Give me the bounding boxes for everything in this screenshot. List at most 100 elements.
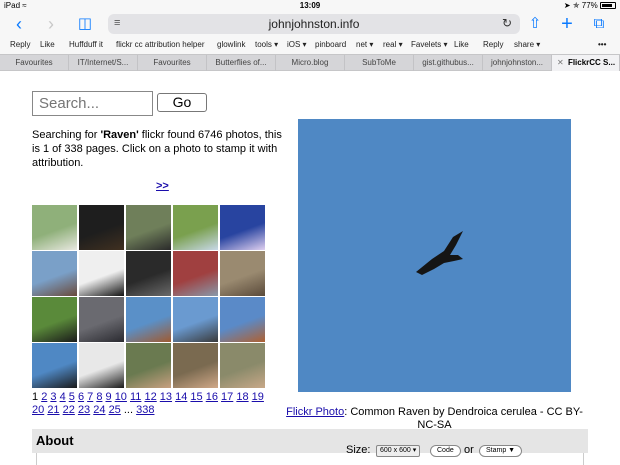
thumbnail-flying-bird-2[interactable]: [173, 297, 218, 342]
thumbnail-bird-in-hand-1[interactable]: [126, 343, 171, 388]
page-link[interactable]: 10: [115, 391, 127, 403]
thumbnail-black-cat[interactable]: [79, 205, 124, 250]
page-link-last[interactable]: 338: [136, 404, 154, 416]
page-link[interactable]: 2: [41, 391, 47, 403]
bookmark-item[interactable]: real ▾: [383, 40, 403, 49]
page-link[interactable]: 18: [236, 391, 248, 403]
page-link[interactable]: 9: [106, 391, 112, 403]
thumbnail-bird-on-post[interactable]: [32, 251, 77, 296]
go-button[interactable]: Go: [157, 93, 207, 112]
bookmark-item[interactable]: Like: [40, 40, 55, 49]
tab-it-internet[interactable]: IT/Internet/S...: [69, 55, 138, 71]
tab-flickrcc-active[interactable]: ✕ FlickrCC S...: [552, 55, 620, 71]
page-link[interactable]: 23: [78, 404, 90, 416]
thumbnail-bird-in-hand-3[interactable]: [220, 343, 265, 388]
tab-strip: Favourites IT/Internet/S... Favourites B…: [0, 54, 620, 71]
page-link[interactable]: 11: [130, 391, 141, 403]
page-link[interactable]: 7: [87, 391, 93, 403]
thumbnail-carved-wood[interactable]: [220, 251, 265, 296]
thumbnail-raven-silhouette[interactable]: [79, 251, 124, 296]
bookmark-item[interactable]: net ▾: [356, 40, 373, 49]
thumbnail-flying-bird-3[interactable]: [220, 297, 265, 342]
bookmark-item[interactable]: Favelets ▾: [411, 40, 447, 49]
search-query: 'Raven': [100, 129, 139, 141]
forward-icon[interactable]: ›: [40, 14, 62, 34]
page-link[interactable]: 21: [47, 404, 59, 416]
battery-icon: [600, 2, 616, 9]
new-tab-icon[interactable]: +: [556, 14, 578, 34]
page-link[interactable]: 19: [252, 391, 264, 403]
thumbnail-flying-bird-1[interactable]: [126, 297, 171, 342]
page-link[interactable]: 12: [144, 391, 156, 403]
page-link[interactable]: 8: [96, 391, 102, 403]
search-input[interactable]: [32, 91, 153, 116]
next-page-link[interactable]: >>: [156, 180, 169, 192]
size-label: Size:: [346, 444, 371, 456]
more-icon[interactable]: •••: [598, 40, 606, 49]
page-link[interactable]: 25: [109, 404, 121, 416]
page-link[interactable]: 14: [175, 391, 187, 403]
page-link[interactable]: 24: [93, 404, 105, 416]
code-button[interactable]: Code: [430, 445, 461, 457]
tab-label: FlickrCC S...: [567, 58, 616, 67]
bookmark-item[interactable]: Reply: [10, 40, 30, 49]
tab-johnjohnston[interactable]: johnjohnston...: [483, 55, 552, 71]
thumbnail-raven-sky[interactable]: [32, 343, 77, 388]
thumbnail-dark-figure[interactable]: [79, 343, 124, 388]
page-link[interactable]: 15: [190, 391, 202, 403]
about-title: About: [36, 433, 74, 448]
page-link[interactable]: 4: [60, 391, 66, 403]
page-ellipsis: ...: [123, 404, 134, 416]
page-link[interactable]: 22: [63, 404, 75, 416]
thumbnail-raven-costume[interactable]: [220, 205, 265, 250]
bookmark-item[interactable]: share ▾: [514, 40, 540, 49]
photo-preview[interactable]: [298, 119, 571, 392]
raven-in-flight-icon: [416, 231, 463, 275]
bookmark-item[interactable]: Like: [454, 40, 469, 49]
page-link[interactable]: 17: [221, 391, 233, 403]
tab-favourites-2[interactable]: Favourites: [138, 55, 207, 71]
thumbnail-raven-dark[interactable]: [126, 251, 171, 296]
tab-gist[interactable]: gist.githubus...: [414, 55, 483, 71]
thumbnail-street-shop[interactable]: [173, 251, 218, 296]
status-bar: iPad ≈ 13:09 ➤ ✯ 77%: [0, 0, 620, 12]
back-icon[interactable]: ‹: [8, 14, 30, 34]
thumbnail-raven-figure[interactable]: [79, 297, 124, 342]
status-right: ➤ ✯ 77%: [564, 1, 616, 10]
reload-icon[interactable]: ↻: [502, 16, 512, 30]
bookmark-item[interactable]: flickr cc attribution helper: [116, 40, 204, 49]
bookmark-item[interactable]: glowlink: [217, 40, 245, 49]
tab-favourites[interactable]: Favourites: [0, 55, 69, 71]
browser-toolbar: ‹ › ◫ ≡ johnjohnston.info ↻ ⇧ + ⧉: [0, 12, 620, 36]
page-link[interactable]: 20: [32, 404, 44, 416]
tab-subtome[interactable]: SubToMe: [345, 55, 414, 71]
page-link[interactable]: 5: [69, 391, 75, 403]
address-bar[interactable]: ≡ johnjohnston.info ↻: [108, 14, 520, 34]
bookmark-item[interactable]: Huffduff it: [69, 40, 103, 49]
tabs-overview-icon[interactable]: ⧉: [588, 14, 610, 34]
thumbnail-raven-grass[interactable]: [32, 297, 77, 342]
bookmark-item[interactable]: tools ▾: [255, 40, 278, 49]
stamp-button[interactable]: Stamp ▼: [479, 445, 523, 457]
close-tab-icon[interactable]: ✕: [557, 55, 564, 71]
page-link[interactable]: 6: [78, 391, 84, 403]
thumbnail-pine-forest[interactable]: [173, 205, 218, 250]
bookmark-item[interactable]: iOS ▾: [287, 40, 307, 49]
url-text: johnjohnston.info: [268, 17, 360, 31]
flickr-photo-link[interactable]: Flickr Photo: [286, 406, 344, 418]
page-link[interactable]: 13: [160, 391, 172, 403]
bookmark-item[interactable]: pinboard: [315, 40, 346, 49]
bookmark-item[interactable]: Reply: [483, 40, 503, 49]
size-select[interactable]: 600 x 600 ▾: [376, 445, 421, 457]
page-link[interactable]: 3: [50, 391, 56, 403]
bookmarks-book-icon[interactable]: ◫: [74, 14, 96, 34]
share-icon[interactable]: ⇧: [524, 14, 546, 34]
thumbnail-raven-on-rock[interactable]: [126, 205, 171, 250]
pagination: 1 2 3 4 5 6 7 8 9 10 11 12 13 14 15 16 1…: [32, 391, 272, 417]
tab-butterflies[interactable]: Butterflies of...: [207, 55, 276, 71]
thumbnail-birch-trees[interactable]: [32, 205, 77, 250]
thumbnail-bird-in-hand-2[interactable]: [173, 343, 218, 388]
tab-microblog[interactable]: Micro.blog: [276, 55, 345, 71]
chevron-down-icon: ▾: [412, 447, 417, 454]
page-link[interactable]: 16: [206, 391, 218, 403]
